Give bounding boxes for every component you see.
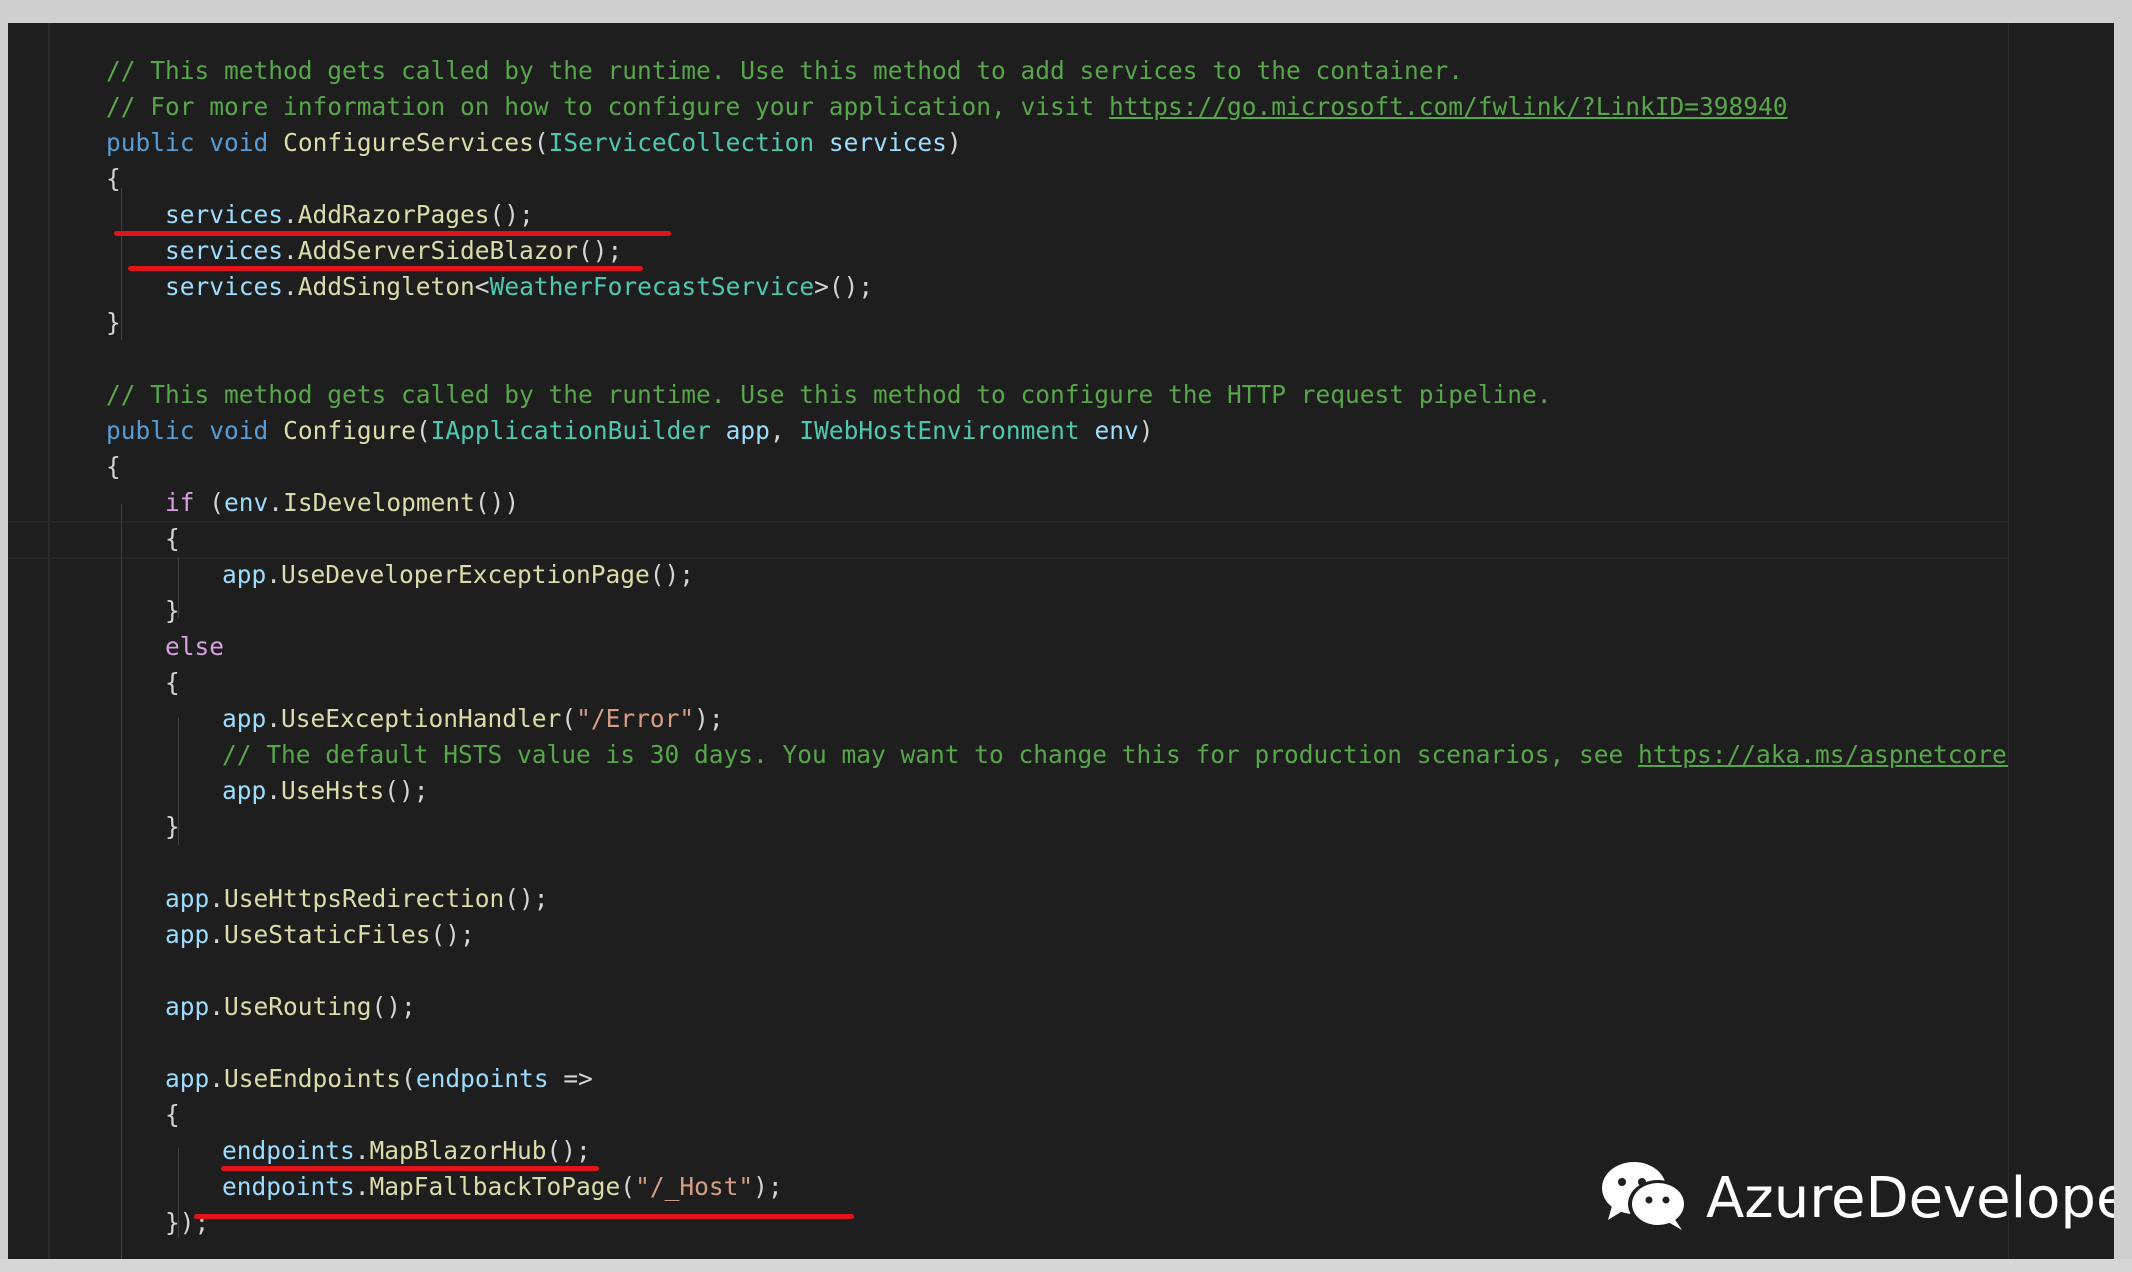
method-name: UseHsts [281, 776, 385, 805]
string-literal: "/Error" [576, 704, 695, 733]
annotation-underline-mapblazorhub [221, 1166, 599, 1171]
gutter-divider [48, 23, 50, 1259]
code-line-configureservices-signature: public void ConfigureServices(IServiceCo… [106, 128, 962, 157]
method-name: UseDeveloperExceptionPage [281, 560, 650, 589]
identifier: services [165, 272, 284, 301]
code-line-addserversideblazor: services.AddServerSideBlazor(); [165, 236, 623, 265]
identifier: endpoints [222, 1172, 355, 1201]
code-line-usestaticfiles: app.UseStaticFiles(); [165, 920, 475, 949]
editor-right-edge [2008, 23, 2009, 1259]
code-editor[interactable]: // This method gets called by the runtim… [8, 23, 2114, 1259]
code-line-close-lambda: }); [165, 1208, 210, 1237]
parameter-name: env [1094, 416, 1139, 445]
type-name: IServiceCollection [548, 128, 815, 157]
identifier: env [224, 488, 269, 517]
code-line-addsingleton: services.AddSingleton<WeatherForecastSer… [165, 272, 874, 301]
code-line-brace: { [106, 452, 121, 481]
code-line-hsts-comment: // The default HSTS value is 30 days. Yo… [222, 737, 2008, 773]
method-name: Configure [283, 416, 416, 445]
identifier: services [165, 200, 284, 229]
keyword: void [209, 416, 269, 445]
code-line-brace: { [165, 668, 180, 697]
code-line-brace: } [165, 812, 180, 841]
code-line-if: if (env.IsDevelopment()) [165, 488, 520, 517]
type-name: WeatherForecastService [489, 272, 815, 301]
method-name: AddServerSideBlazor [297, 236, 579, 265]
type-name: IWebHostEnvironment [799, 416, 1080, 445]
method-name: IsDevelopment [283, 488, 475, 517]
code-line-comment: // This method gets called by the runtim… [106, 380, 1552, 409]
type-name: IApplicationBuilder [430, 416, 711, 445]
code-line-brace: { [165, 1100, 180, 1129]
method-name: UseStaticFiles [224, 920, 431, 949]
keyword: public [106, 128, 195, 157]
code-line-mapfallbacktopage: endpoints.MapFallbackToPage("/_Host"); [222, 1172, 783, 1201]
code-line-usehsts: app.UseHsts(); [222, 776, 429, 805]
string-literal: "/_Host" [635, 1172, 754, 1201]
identifier: app [165, 1064, 210, 1093]
indent-guide [121, 504, 122, 1259]
code-line-brace: { [106, 164, 121, 193]
parameter-name: services [828, 128, 947, 157]
code-line-brace: { [165, 524, 180, 553]
code-line-else: else [165, 632, 225, 661]
method-name: UseHttpsRedirection [224, 884, 505, 913]
comment-text: // The default HSTS value is 30 days. Yo… [222, 740, 1639, 769]
wechat-icon [1598, 1156, 1694, 1241]
code-line-usehttpsredirection: app.UseHttpsRedirection(); [165, 884, 549, 913]
code-line-userouting: app.UseRouting(); [165, 992, 416, 1021]
code-line-comment: // This method gets called by the runtim… [106, 56, 1464, 85]
code-line-useendpoints: app.UseEndpoints(endpoints => [165, 1064, 593, 1093]
identifier: app [165, 992, 210, 1021]
identifier: app [222, 776, 267, 805]
annotation-underline-addrazorpages [114, 231, 671, 236]
identifier: endpoints [222, 1136, 355, 1165]
parameter-name: endpoints [415, 1064, 549, 1093]
identifier: app [165, 920, 210, 949]
identifier: app [222, 560, 267, 589]
annotation-underline-addserversideblazor [128, 266, 643, 271]
frame-bottom-edge [0, 1259, 2132, 1272]
fwlink-url[interactable]: https://go.microsoft.com/fwlink/?LinkID=… [1109, 92, 1788, 121]
method-name: ConfigureServices [283, 128, 534, 157]
annotation-underline-mapfallbacktopage [194, 1214, 854, 1219]
code-line-brace: } [165, 596, 180, 625]
method-name: AddRazorPages [297, 200, 490, 229]
method-name: MapFallbackToPage [369, 1172, 621, 1201]
code-line-brace: } [106, 308, 121, 337]
identifier: services [165, 236, 284, 265]
keyword: public [106, 416, 195, 445]
watermark: AzureDeveloper [1598, 1158, 2114, 1238]
keyword: void [209, 128, 269, 157]
method-name: AddSingleton [297, 272, 475, 301]
code-line-comment-link: // For more information on how to config… [106, 89, 1788, 125]
identifier: app [222, 704, 267, 733]
code-line-usedeveloperexceptionpage: app.UseDeveloperExceptionPage(); [222, 560, 695, 589]
watermark-text: AzureDeveloper [1706, 1165, 2114, 1231]
screenshot-frame: // This method gets called by the runtim… [0, 0, 2132, 1272]
method-name: UseEndpoints [224, 1064, 402, 1093]
identifier: app [165, 884, 210, 913]
aspnetcore-hsts-url[interactable]: https://aka.ms/aspnetcore-h [1638, 740, 2008, 769]
code-line-configure-signature: public void Configure(IApplicationBuilde… [106, 416, 1154, 445]
indent-guide [121, 188, 122, 340]
parameter-name: app [725, 416, 770, 445]
code-line-addrazorpages: services.AddRazorPages(); [165, 200, 534, 229]
code-line-useexceptionhandler: app.UseExceptionHandler("/Error"); [222, 704, 724, 733]
current-line-highlight [8, 521, 2008, 559]
keyword: if [165, 488, 195, 517]
method-name: MapBlazorHub [369, 1136, 547, 1165]
comment-text: // For more information on how to config… [106, 92, 1110, 121]
method-name: UseRouting [224, 992, 372, 1021]
code-line-mapblazorhub: endpoints.MapBlazorHub(); [222, 1136, 591, 1165]
method-name: UseExceptionHandler [281, 704, 562, 733]
